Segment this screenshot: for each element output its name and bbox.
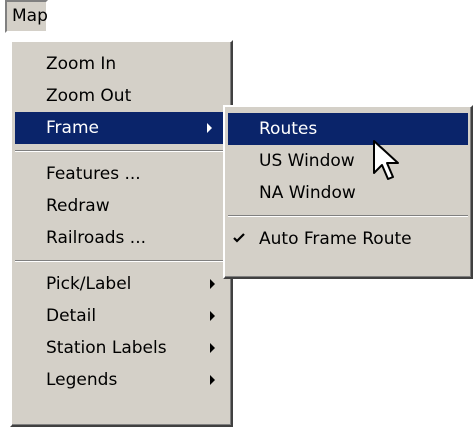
submenu-arrow-icon — [210, 279, 215, 289]
submenu-item-routes[interactable]: Routes — [228, 113, 468, 145]
menu-item-zoom-in[interactable]: Zoom In — [12, 48, 231, 80]
menu-separator — [15, 260, 228, 262]
menu-item-railroads[interactable]: Railroads ... — [12, 222, 231, 254]
submenu-item-na-window[interactable]: NA Window — [225, 177, 471, 209]
menu-item-legends[interactable]: Legends — [12, 364, 231, 396]
menubar-map[interactable]: Map — [5, 0, 48, 33]
menu-item-label: Station Labels — [46, 337, 167, 358]
menu-item-label: Railroads ... — [46, 227, 146, 248]
menu-item-label: Auto Frame Route — [259, 228, 412, 249]
menu-item-station-labels[interactable]: Station Labels — [12, 332, 231, 364]
menu-item-frame[interactable]: Frame — [15, 112, 228, 144]
check-icon — [232, 231, 246, 245]
menu-item-label: Legends — [46, 369, 118, 390]
mouse-pointer-icon — [373, 140, 399, 180]
menu-item-label: Pick/Label — [46, 273, 132, 294]
menu-item-label: US Window — [259, 150, 355, 171]
submenu-item-auto-frame-route[interactable]: Auto Frame Route — [225, 223, 471, 255]
submenu-item-us-window[interactable]: US Window — [225, 145, 471, 177]
menu-item-label: Detail — [46, 305, 97, 326]
menu-item-label: Zoom In — [46, 53, 117, 74]
menu-item-detail[interactable]: Detail — [12, 300, 231, 332]
menu-item-zoom-out[interactable]: Zoom Out — [12, 80, 231, 112]
menu-item-label: Features ... — [46, 163, 141, 184]
frame-submenu: Routes US Window NA Window Auto Frame Ro… — [223, 105, 473, 279]
menu-item-label: Redraw — [46, 195, 110, 216]
menu-item-features[interactable]: Features ... — [12, 158, 231, 190]
menu-separator — [228, 215, 468, 217]
menu-item-redraw[interactable]: Redraw — [12, 190, 231, 222]
menu-item-label: Frame — [46, 117, 99, 138]
menu-item-label: Zoom Out — [46, 85, 132, 106]
submenu-arrow-icon — [207, 123, 212, 133]
submenu-arrow-icon — [210, 343, 215, 353]
menu-separator — [15, 150, 228, 152]
submenu-arrow-icon — [210, 375, 215, 385]
menu-item-pick-label[interactable]: Pick/Label — [12, 268, 231, 300]
map-menu: Zoom In Zoom Out Frame Features ... Redr… — [10, 40, 233, 427]
submenu-arrow-icon — [210, 311, 215, 321]
menu-item-label: Routes — [259, 118, 318, 139]
menu-item-label: NA Window — [259, 182, 356, 203]
menubar-map-label: Map — [12, 6, 48, 26]
